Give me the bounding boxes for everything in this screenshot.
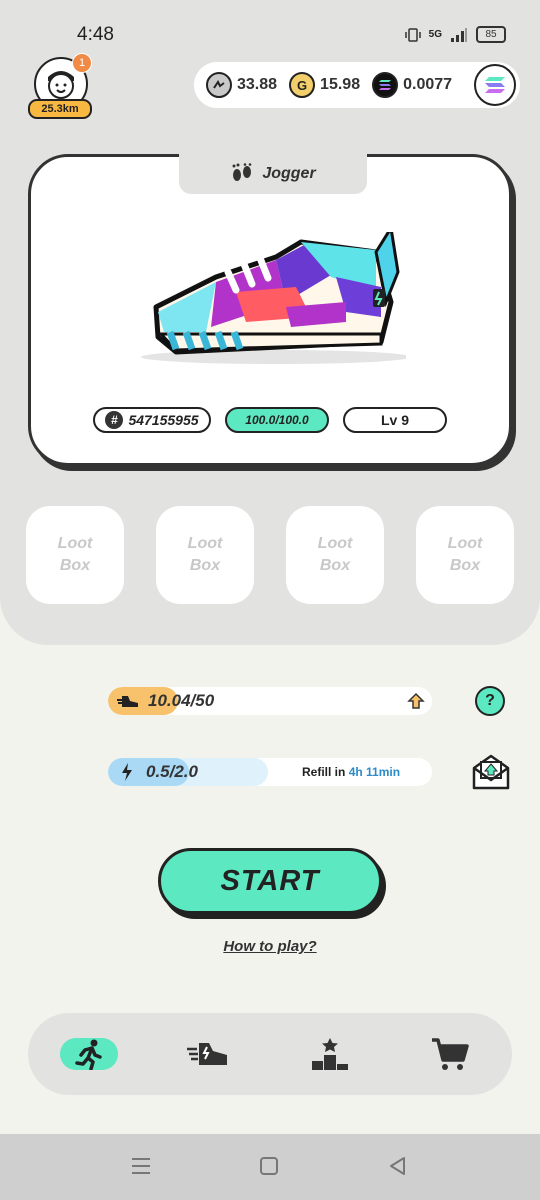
loot-box-label: Loot	[317, 535, 353, 552]
durability-badge: 100.0/100.0	[225, 407, 329, 433]
refill-info: Refill in 4h 11min	[302, 758, 400, 786]
signal-icon	[451, 27, 467, 42]
shopping-cart-icon	[432, 1038, 469, 1070]
loot-box-slot-3[interactable]: Loot Box	[286, 506, 384, 604]
loot-box-label: Box	[449, 557, 481, 574]
loot-box-label: Loot	[57, 535, 93, 552]
podium-icon	[312, 1038, 348, 1070]
loot-box-slot-2[interactable]: Loot Box	[156, 506, 254, 604]
solana-wallet-button[interactable]	[474, 64, 516, 106]
battery-indicator: 85	[476, 26, 506, 43]
sol-coin-icon	[372, 72, 399, 98]
loot-box-label: Box	[189, 557, 221, 574]
nav-sneakers[interactable]	[178, 1030, 238, 1078]
sneaker-id-badge: # 547155955	[93, 407, 211, 433]
start-button[interactable]: START	[158, 848, 382, 914]
balance-sol: 0.0077	[372, 72, 452, 98]
nav-run[interactable]	[60, 1038, 118, 1070]
notification-badge: 1	[72, 53, 92, 73]
sneaker-type-label: Jogger	[262, 165, 316, 182]
sneaker-type-tab: Jogger	[179, 154, 367, 194]
question-mark-icon: ?	[485, 692, 495, 709]
stamina-value: 10.04/50	[148, 691, 215, 710]
balance-gst: 33.88	[206, 72, 277, 98]
profile-avatar-button[interactable]: 1 25.3km	[28, 53, 92, 119]
lightning-icon	[122, 763, 132, 781]
shoe-speed-icon	[117, 696, 138, 707]
system-navigation-bar	[0, 1134, 540, 1200]
loot-box-slot-4[interactable]: Loot Box	[416, 506, 514, 604]
back-icon[interactable]	[388, 1156, 408, 1176]
sneaker-card[interactable]: Jogger # 547155955 100.0/100.0 Lv 9	[28, 154, 512, 466]
solana-logo-icon	[485, 77, 505, 93]
footprints-icon	[232, 163, 252, 181]
how-to-play-link[interactable]: How to play?	[0, 938, 540, 955]
network-label: 5G	[428, 29, 442, 40]
running-person-icon	[75, 1039, 102, 1070]
refill-label: Refill in	[302, 765, 346, 779]
sneaker-id: 547155955	[128, 412, 199, 428]
loot-box-label: Box	[59, 557, 91, 574]
energy-value: 0.5/2.0	[146, 762, 198, 781]
loot-box-label: Box	[319, 557, 351, 574]
stamina-bar: 10.04/50	[108, 687, 432, 715]
sneaker-stats: # 547155955 100.0/100.0 Lv 9	[93, 407, 447, 433]
gmt-value: 15.98	[320, 76, 361, 93]
bottom-nav	[28, 1013, 512, 1095]
hash-icon: #	[105, 411, 124, 429]
gst-value: 33.88	[237, 76, 278, 93]
loot-box-label: Loot	[447, 535, 483, 552]
distance-badge: 25.3km	[28, 99, 92, 119]
wallet-balances[interactable]: 33.88 G 15.98 0.0077	[194, 62, 520, 108]
vibrate-icon	[404, 27, 421, 42]
sneaker-image	[141, 232, 406, 364]
sneaker-icon	[187, 1043, 227, 1065]
loot-box-slot-1[interactable]: Loot Box	[26, 506, 124, 604]
nav-shop[interactable]	[420, 1030, 480, 1078]
mail-icon[interactable]	[472, 754, 510, 790]
clock: 4:48	[77, 24, 114, 45]
loot-box-label: Loot	[187, 535, 223, 552]
level-badge: Lv 9	[343, 407, 447, 433]
menu-icon[interactable]	[130, 1156, 152, 1176]
system-icons: 5G 85	[404, 26, 506, 43]
refill-time: 4h 11min	[348, 765, 401, 779]
help-button[interactable]: ?	[475, 686, 505, 716]
energy-bar: 0.5/2.0 Refill in 4h 11min	[108, 758, 432, 786]
gmt-coin-icon: G	[289, 72, 316, 98]
sol-value: 0.0077	[403, 76, 453, 93]
home-icon[interactable]	[259, 1156, 279, 1176]
balance-gmt: G 15.98	[289, 72, 360, 98]
gst-coin-icon	[206, 72, 232, 98]
nav-ranking[interactable]	[300, 1030, 360, 1078]
upgrade-arrow-icon[interactable]	[407, 692, 425, 710]
